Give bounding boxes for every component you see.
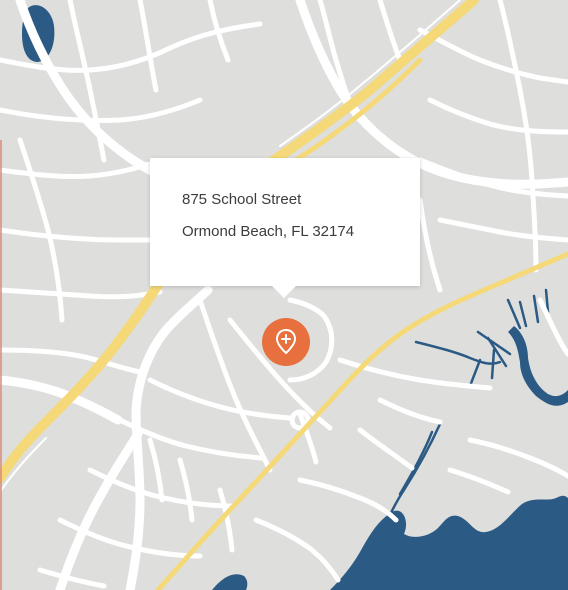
location-pin-plus-icon	[275, 329, 297, 355]
location-marker[interactable]	[262, 318, 310, 366]
city-state-zip: Ormond Beach, FL 32174	[182, 223, 355, 240]
street-address: 875 School Street	[182, 191, 302, 208]
address-info-card: 875 School Street Ormond Beach, FL 32174	[150, 158, 420, 298]
